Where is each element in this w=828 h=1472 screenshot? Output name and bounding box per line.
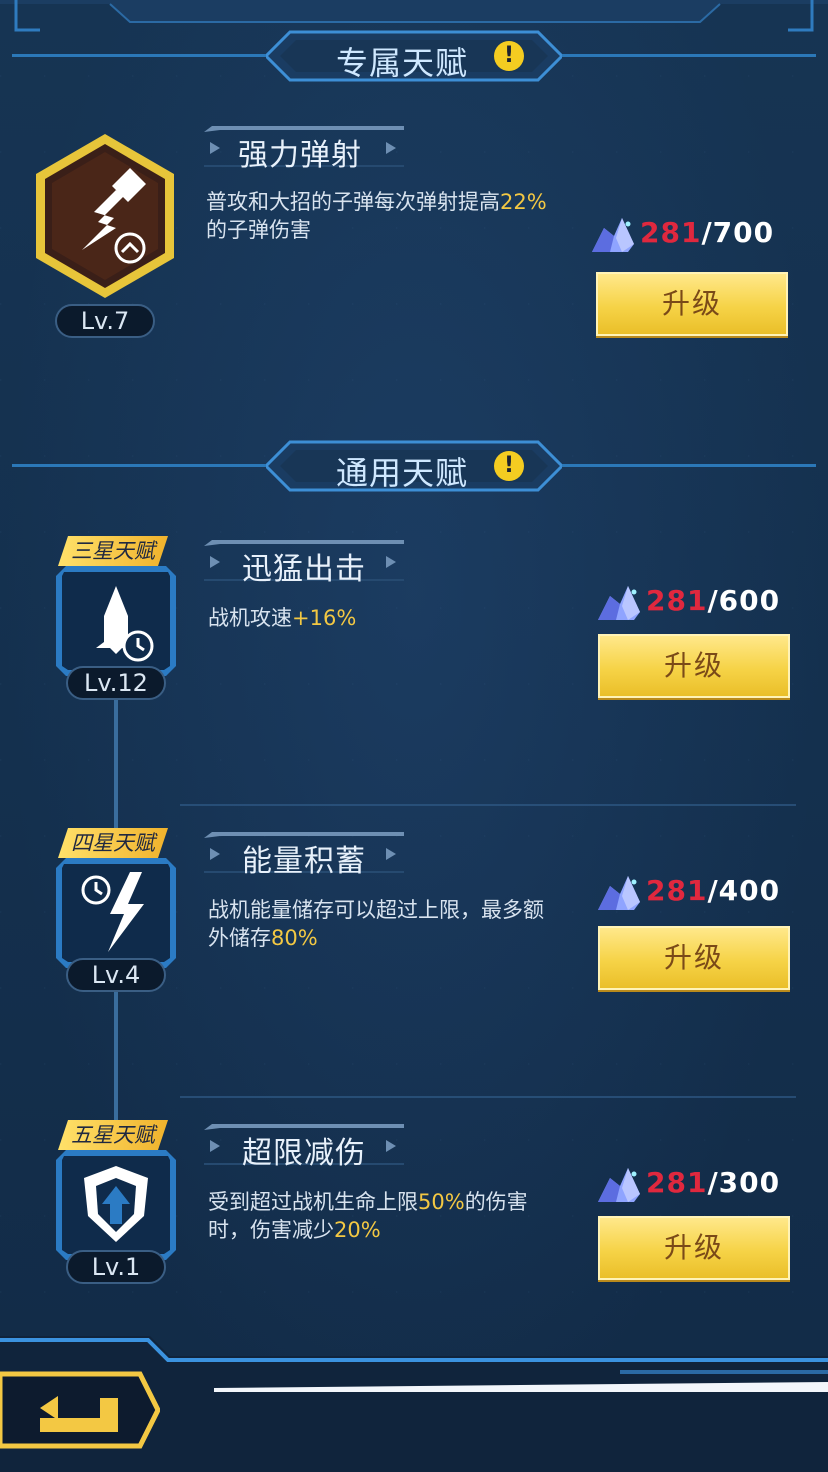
section-title: 通用天赋 [335,454,468,492]
cost-current: 281 [646,874,708,907]
talent-badge[interactable]: Lv.4 [46,854,186,994]
desc-highlight: +16% [292,606,357,630]
cost-total: /700 [701,216,775,249]
info-warning-icon[interactable]: ! [494,41,524,71]
cost-current: 281 [646,1166,708,1199]
desc-highlight: 80% [271,926,318,950]
cost-value: 281/300 [646,1166,780,1199]
shield-up-icon [56,1150,176,1260]
desc-text-post: 的子弹伤害 [206,218,311,242]
crystal-icon [598,586,640,620]
row-divider [180,1096,796,1098]
upgrade-cost: 281/700 [588,214,788,254]
section-title: 专属天赋 [335,44,468,82]
talent-name: 迅猛出击 [242,552,366,587]
upgrade-button[interactable]: 升级 [598,1216,790,1280]
desc-text: 普攻和大招的子弹每次弹射提高 [206,190,500,214]
desc-highlight: 50% [418,1190,465,1214]
talent-badge[interactable]: Lv.12 [46,562,186,702]
crystal-icon [598,876,640,910]
upgrade-cost: 281/300 [594,1164,794,1204]
desc-text: 战机能量储存可以超过上限，最多额外储存 [208,898,544,950]
desc-text: 受到超过战机生命上限 [208,1190,418,1214]
cost-total: /600 [707,584,781,617]
back-arrow-icon [0,1371,161,1449]
desc-highlight: 22% [500,190,547,214]
general-section-header: 通用天赋 ! [0,434,828,498]
cost-total: /300 [707,1166,781,1199]
back-button[interactable] [0,1370,161,1450]
talent-name: 超限减伤 [242,1136,366,1171]
upgrade-cost: 281/600 [594,582,794,622]
talent-description: 战机能量储存可以超过上限，最多额外储存80% [208,896,548,952]
upgrade-cost: 281/400 [594,872,794,912]
row-divider [180,804,796,806]
info-warning-icon[interactable]: ! [494,451,524,481]
level-label: Lv.12 [66,666,166,700]
cost-value: 281/700 [640,216,774,249]
desc-highlight-2: 20% [334,1218,381,1242]
bouncing-bullet-icon [36,134,174,298]
talent-description: 受到超过战机生命上限50%的伤害时，伤害减少20% [208,1188,558,1244]
upgrade-button[interactable]: 升级 [598,634,790,698]
lightning-timer-icon [56,858,176,968]
talent-badge[interactable]: Lv.1 [46,1146,186,1286]
level-label: Lv.1 [66,1250,166,1284]
talent-name: 强力弹射 [238,138,362,173]
exclusive-section-header: 专属天赋 ! [0,24,828,88]
talent-description: 普攻和大招的子弹每次弹射提高22% 的子弹伤害 [206,188,556,244]
crystal-icon [598,1168,640,1202]
exclusive-talent-badge[interactable]: Lv.7 [30,130,180,338]
level-label: Lv.7 [55,304,155,338]
jet-speed-icon [56,566,176,676]
level-label: Lv.4 [66,958,166,992]
upgrade-button[interactable]: 升级 [596,272,788,336]
upgrade-button[interactable]: 升级 [598,926,790,990]
cost-total: /400 [707,874,781,907]
talent-name: 能量积蓄 [242,844,366,879]
cost-current: 281 [646,584,708,617]
talent-description: 战机攻速+16% [208,604,558,632]
crystal-icon [592,218,634,252]
cost-current: 281 [640,216,702,249]
desc-text: 战机攻速 [208,606,292,630]
cost-value: 281/600 [646,584,780,617]
cost-value: 281/400 [646,874,780,907]
